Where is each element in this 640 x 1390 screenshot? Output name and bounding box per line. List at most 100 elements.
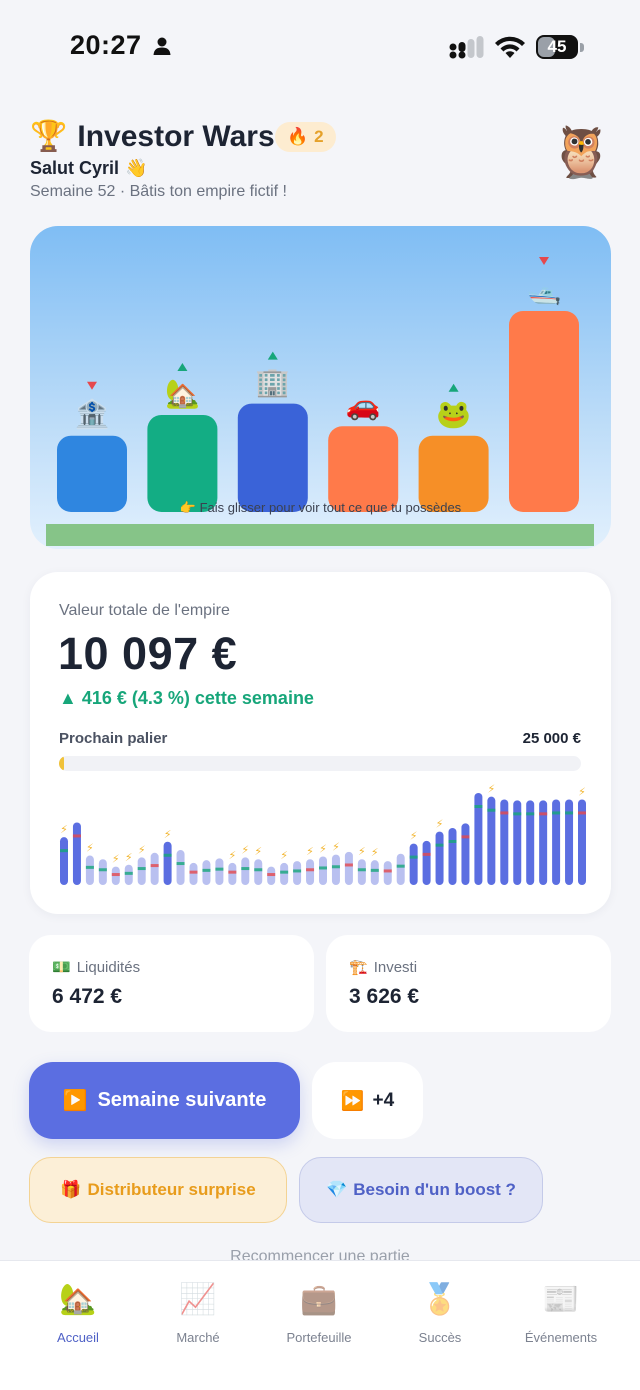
office-trend-up-icon <box>267 351 278 360</box>
tab-achievements[interactable]: 🏅 Succès <box>380 1281 500 1351</box>
history-bar <box>137 857 146 885</box>
tab-portfolio[interactable]: 💼 Portefeuille <box>259 1281 379 1351</box>
signal-icon <box>449 36 484 59</box>
history-bar <box>344 851 353 885</box>
empire-total-value: 10 097 € <box>58 628 238 679</box>
streak-badge[interactable]: 🔥 2 <box>275 122 336 152</box>
bolt-icon: ⚡ <box>332 842 340 854</box>
bolt-icon: ⚡ <box>254 846 262 858</box>
history-marker <box>267 873 276 877</box>
bolt-icon: ⚡ <box>138 844 146 856</box>
history-marker <box>254 868 263 872</box>
bolt-icon: ⚡ <box>371 847 379 859</box>
wifi-icon <box>495 36 525 58</box>
weekly-change: ▲ 416 € (4.3 %) cette semaine <box>59 688 314 708</box>
swipe-hint: 👉 Fais glisser pour voir tout ce que tu … <box>179 500 462 515</box>
empire-value-card: Valeur totale de l'empire 10 097 € ▲ 416… <box>30 572 611 914</box>
history-bar <box>357 859 366 885</box>
invested-value: 3 626 € <box>349 985 420 1008</box>
yacht-icon: 🛥️ <box>527 274 562 306</box>
person-icon <box>153 37 171 55</box>
history-marker <box>202 868 211 872</box>
history-bar <box>150 852 159 885</box>
next-milestone-value: 25 000 € <box>522 730 581 747</box>
history-marker <box>526 812 535 816</box>
history-marker <box>137 867 146 871</box>
next-week-button[interactable]: ▶️ Semaine suivante <box>29 1062 300 1139</box>
tab-achievements-label: Succès <box>418 1330 462 1345</box>
ground <box>46 524 594 546</box>
tab-bar: 🏡 Accueil 📈 Marché 💼 Portefeuille 🏅 Succ… <box>0 1260 640 1390</box>
history-bar <box>60 837 68 885</box>
skip-weeks-label: +4 <box>372 1089 395 1111</box>
tab-portfolio-label: Portefeuille <box>286 1330 352 1345</box>
status-time: 20:27 <box>70 30 142 60</box>
header: 🏆 Investor Wars 🔥 2 Salut Cyril 👋 Semain… <box>30 118 612 218</box>
history-marker <box>487 808 496 812</box>
surprise-dispenser-button[interactable]: 🎁 Distributeur surprise <box>29 1157 287 1223</box>
bolt-icon: ⚡ <box>410 831 418 843</box>
office-icon: 🏢 <box>255 367 290 399</box>
tab-market-label: Marché <box>176 1330 220 1345</box>
gift-icon: 🎁 <box>60 1180 82 1199</box>
history-marker <box>383 869 392 873</box>
history-marker <box>111 873 120 877</box>
tab-market[interactable]: 📈 Marché <box>138 1281 258 1351</box>
building-house[interactable] <box>147 414 218 512</box>
building-yacht[interactable] <box>509 311 579 512</box>
history-marker <box>293 869 302 873</box>
history-marker <box>176 862 185 866</box>
history-bar <box>435 831 444 885</box>
greeting: Salut Cyril 👋 <box>30 158 147 179</box>
history-bar <box>72 822 81 885</box>
history-marker <box>409 855 418 859</box>
cash-label: 💵 Liquidités <box>52 958 140 977</box>
value-history-chart: ⚡ ⚡ ⚡ ⚡ ⚡ ⚡ ⚡ ⚡ ⚡ ⚡ ⚡ ⚡ ⚡ ⚡ ⚡ ⚡ ⚡ ⚡ ⚡ <box>60 784 586 885</box>
history-marker <box>163 853 172 857</box>
bolt-icon: ⚡ <box>241 844 249 856</box>
bolt-icon: ⚡ <box>358 846 366 858</box>
next-week-label: Semaine suivante <box>97 1089 267 1111</box>
cash-card[interactable]: 💵 Liquidités 6 472 € <box>29 935 314 1032</box>
history-marker <box>357 868 366 872</box>
history-marker <box>500 811 509 815</box>
briefcase-icon: 💼 <box>300 1283 338 1316</box>
building-office[interactable] <box>237 403 308 512</box>
tab-home[interactable]: 🏡 Accueil <box>18 1281 138 1351</box>
wave-icon: 👋 <box>125 158 148 178</box>
invested-card[interactable]: 🏗️ Investi 3 626 € <box>326 935 611 1032</box>
history-marker <box>85 865 94 869</box>
bolt-icon: ⚡ <box>112 854 120 866</box>
bank-icon: 🏦 <box>75 398 110 431</box>
greeting-text: Salut Cyril <box>30 158 120 178</box>
bolt-icon: ⚡ <box>436 819 444 831</box>
bolt-icon: ⚡ <box>164 829 172 841</box>
boost-label: Besoin d'un boost ? <box>353 1180 516 1199</box>
history-marker <box>513 812 522 816</box>
status-bar: 20:27 45 <box>0 0 640 96</box>
history-marker <box>189 870 198 874</box>
history-marker <box>396 864 405 868</box>
history-marker <box>241 867 250 871</box>
milestone-progress-fill <box>59 756 65 771</box>
medal-icon: 🏅 <box>421 1283 459 1316</box>
surprise-dispenser-label: Distributeur surprise <box>87 1180 256 1199</box>
history-bar <box>422 840 431 885</box>
house-icon: 🏡 <box>59 1283 97 1316</box>
boost-button[interactable]: 💎 Besoin d'un boost ? <box>299 1157 543 1223</box>
skip-weeks-button[interactable]: ⏩ +4 <box>312 1062 423 1139</box>
bolt-icon: ⚡ <box>280 850 288 862</box>
history-bar <box>319 856 327 885</box>
tab-events[interactable]: 📰 Événements <box>501 1281 621 1351</box>
construction-icon: 🏗️ <box>349 959 368 976</box>
history-bar <box>228 862 237 885</box>
history-marker <box>124 871 133 875</box>
history-marker <box>552 811 561 815</box>
owl-mascot-icon[interactable]: 🦉 <box>550 120 612 184</box>
history-marker <box>539 812 548 816</box>
empire-scene[interactable]: 🏦 🏡 🏢 🚗 🐸 🛥️ 👉 Fais glisser pour voir tout ce… <box>30 226 611 549</box>
invested-label: 🏗️ Investi <box>349 958 417 977</box>
play-icon: ▶️ <box>62 1090 88 1112</box>
history-marker <box>72 834 81 838</box>
history-bar <box>331 854 340 885</box>
